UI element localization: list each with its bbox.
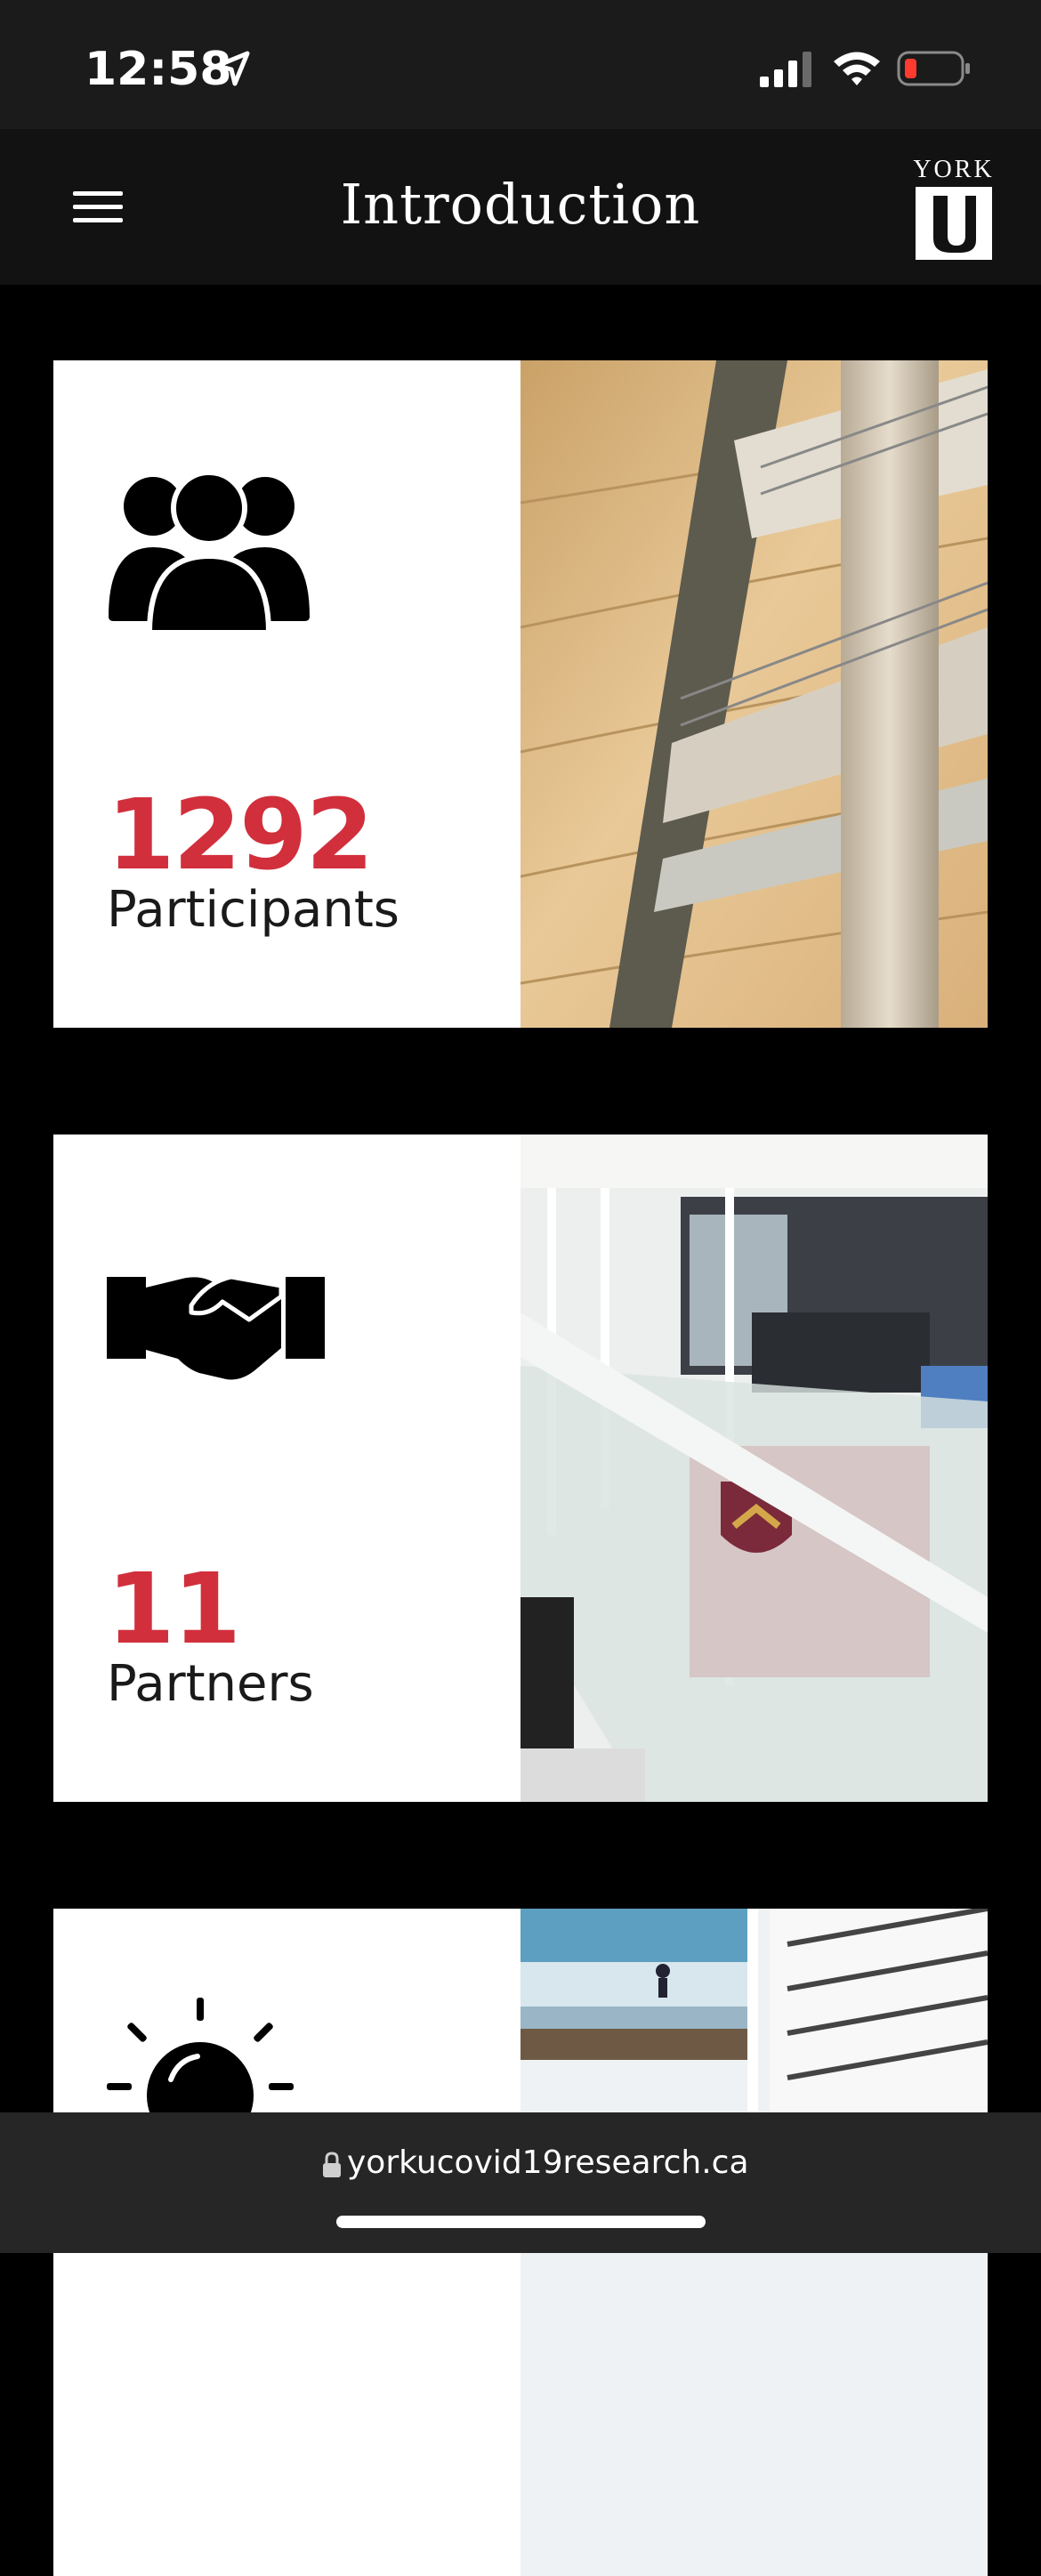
stat-card-participants[interactable]: 1292 Participants [53,360,988,1028]
stat-card-partners[interactable]: 11 Partners [53,1135,988,1802]
status-time: 12:58 [85,43,232,96]
group-people-icon [109,474,310,634]
page-title: Introduction [340,172,701,237]
status-bar: 12:58 [0,0,1041,129]
stat-value: 11 [107,1552,241,1666]
battery-low-icon [897,51,970,86]
stat-label: Participants [107,881,399,939]
york-u-mark [916,187,992,260]
stat-value: 1292 [107,778,374,892]
browser-url[interactable]: yorkucovid19research.ca [347,2144,749,2181]
stat-card-content: 11 Partners [53,1135,520,1802]
stat-label: Partners [107,1655,314,1713]
glass-railing-hallway-photo [520,1135,988,1802]
location-arrow-icon [214,51,250,86]
home-indicator[interactable] [336,2216,706,2228]
stat-card-content: 1292 Participants [53,360,520,1028]
handshake-icon [107,1274,325,1380]
app-header: Introduction YORK [0,129,1041,285]
lock-icon [323,2152,341,2177]
curved-atrium-balconies-photo [520,360,988,1028]
browser-address-bar[interactable]: yorkucovid19research.ca [0,2112,1041,2253]
logo-wordmark: YORK [913,156,995,183]
cellular-signal-icon [760,52,811,87]
york-university-logo[interactable]: YORK [904,156,1004,262]
lightbulb-idea-icon [107,1998,294,2122]
wifi-icon [834,52,880,85]
